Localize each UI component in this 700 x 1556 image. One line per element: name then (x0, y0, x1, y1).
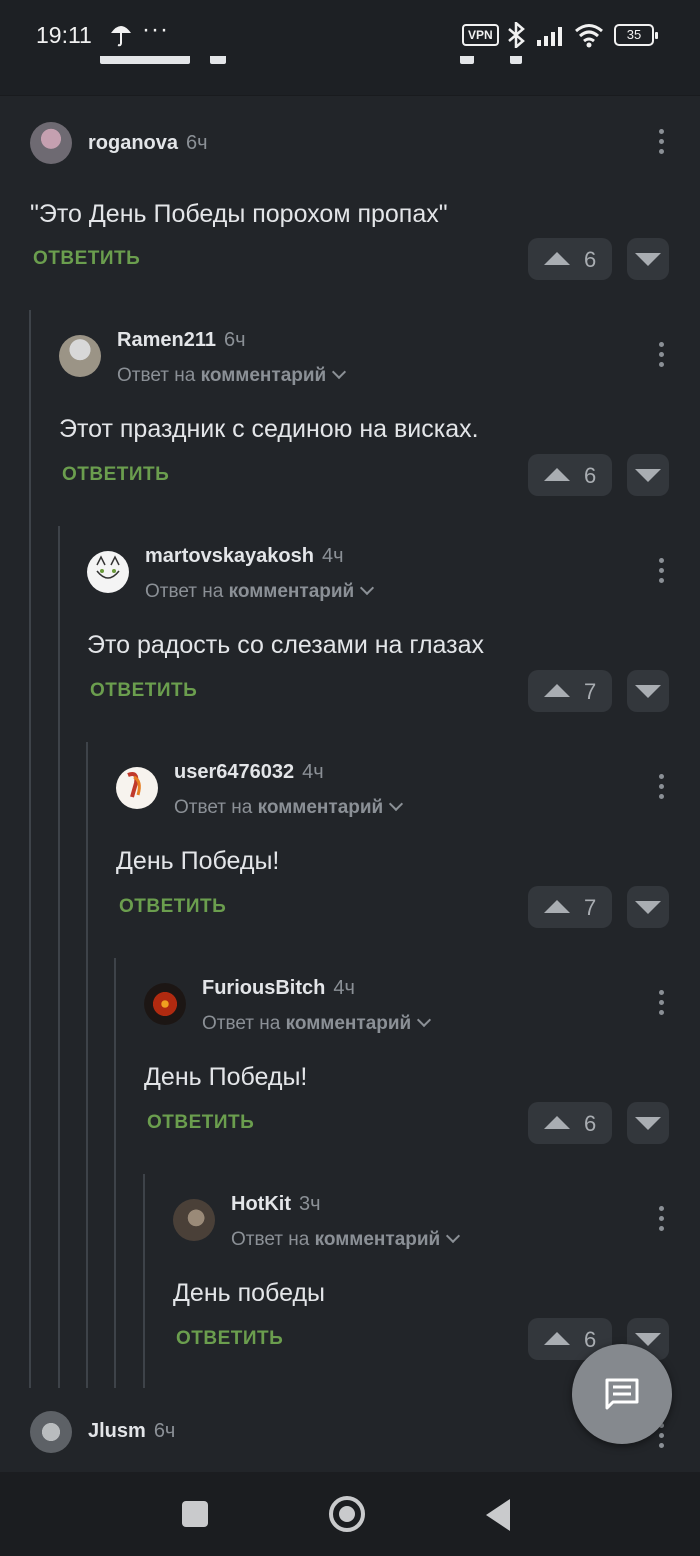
vote-count: 6 (584, 463, 597, 488)
comment-author[interactable]: Ramen211 6ч (117, 329, 246, 352)
arrow-up-icon (544, 684, 570, 697)
comment-icon (605, 1378, 639, 1410)
arrow-down-icon (635, 1333, 661, 1346)
avatar[interactable] (144, 983, 186, 1025)
post-title-fragment (40, 56, 660, 70)
reply-to-link[interactable]: Ответ на комментарий (174, 796, 404, 819)
battery-level: 35 (626, 27, 642, 42)
home-icon[interactable] (329, 1496, 365, 1532)
arrow-up-icon (544, 1116, 570, 1129)
chevron-down-icon (332, 364, 347, 380)
comment-author[interactable]: user6476032 4ч (174, 761, 324, 784)
downvote-button[interactable] (627, 886, 669, 928)
more-options-icon[interactable] (659, 1423, 665, 1451)
thread-line (143, 1174, 145, 1388)
thread-line (29, 310, 31, 1388)
arrow-down-icon (635, 685, 661, 698)
signal-icon (537, 27, 562, 46)
bluetooth-icon (508, 22, 525, 48)
vpn-icon: VPN (462, 24, 499, 46)
upvote-button[interactable]: 6 (528, 238, 612, 280)
comment-text: "Это День Победы порохом пропах" (30, 200, 448, 228)
more-dots-icon: ··· (142, 16, 169, 43)
reply-to-link[interactable]: Ответ на комментарий (117, 364, 347, 387)
downvote-button[interactable] (627, 454, 669, 496)
vote-count: 6 (584, 1111, 597, 1136)
more-options-icon[interactable] (659, 129, 665, 157)
upvote-button[interactable]: 7 (528, 670, 612, 712)
arrow-down-icon (635, 253, 661, 266)
comment-author[interactable]: Jlusm 6ч (88, 1420, 175, 1443)
chevron-down-icon (389, 796, 404, 812)
avatar[interactable] (30, 1411, 72, 1453)
reply-to-link[interactable]: Ответ на комментарий (145, 580, 375, 603)
reply-button[interactable]: ОТВЕТИТЬ (90, 680, 197, 702)
chevron-down-icon (360, 580, 375, 596)
avatar[interactable] (116, 767, 158, 809)
vote-count: 7 (584, 895, 597, 920)
clock: 19:11 (36, 22, 92, 48)
status-bar: 19:11 ··· VPN 35 (0, 0, 700, 96)
avatar[interactable] (87, 551, 129, 593)
comment-author[interactable]: roganova 6ч (88, 132, 208, 155)
avatar[interactable] (173, 1199, 215, 1241)
more-options-icon[interactable] (659, 774, 665, 802)
comment-author[interactable]: HotKit 3ч (231, 1193, 321, 1216)
arrow-down-icon (635, 1117, 661, 1130)
navigation-bar (0, 1472, 700, 1556)
reply-to-link[interactable]: Ответ на комментарий (231, 1228, 461, 1251)
back-icon[interactable] (486, 1499, 510, 1531)
arrow-up-icon (544, 900, 570, 913)
wifi-icon (575, 24, 603, 48)
upvote-button[interactable]: 7 (528, 886, 612, 928)
vote-count: 6 (584, 1327, 597, 1352)
upvote-button[interactable]: 6 (528, 1102, 612, 1144)
avatar[interactable] (59, 335, 101, 377)
more-options-icon[interactable] (659, 990, 665, 1018)
reply-button[interactable]: ОТВЕТИТЬ (33, 248, 140, 270)
downvote-button[interactable] (627, 238, 669, 280)
recent-apps-icon[interactable] (182, 1501, 208, 1527)
arrow-up-icon (544, 468, 570, 481)
vote-count: 7 (584, 679, 597, 704)
vote-count: 6 (584, 247, 597, 272)
comment-text: День Победы! (144, 1063, 308, 1091)
arrow-down-icon (635, 469, 661, 482)
arrow-down-icon (635, 901, 661, 914)
comment-text: Этот праздник с сединою на висках. (59, 415, 479, 443)
comment-text: Это радость со слезами на глазах (87, 631, 485, 659)
comment-author[interactable]: FuriousBitch 4ч (202, 977, 355, 1000)
more-options-icon[interactable] (659, 558, 665, 586)
chevron-down-icon (446, 1228, 461, 1244)
umbrella-icon (111, 26, 131, 47)
thread-line (86, 742, 88, 1388)
comment-text: День победы (173, 1279, 326, 1307)
thread-line (58, 526, 60, 1388)
reply-button[interactable]: ОТВЕТИТЬ (176, 1328, 283, 1350)
battery-icon: 35 (614, 24, 658, 46)
more-options-icon[interactable] (659, 342, 665, 370)
reply-to-link[interactable]: Ответ на комментарий (202, 1012, 432, 1035)
comment-author[interactable]: martovskayakosh 4ч (145, 545, 344, 568)
reply-button[interactable]: ОТВЕТИТЬ (62, 464, 169, 486)
downvote-button[interactable] (627, 670, 669, 712)
reply-button[interactable]: ОТВЕТИТЬ (147, 1112, 254, 1134)
more-options-icon[interactable] (659, 1206, 665, 1234)
arrow-up-icon (544, 1332, 570, 1345)
chevron-down-icon (417, 1012, 432, 1028)
arrow-up-icon (544, 252, 570, 265)
comment-text: День Победы! (116, 847, 280, 875)
comment-fab-button[interactable] (572, 1344, 672, 1444)
thread-line (114, 958, 116, 1388)
upvote-button[interactable]: 6 (528, 454, 612, 496)
downvote-button[interactable] (627, 1102, 669, 1144)
reply-button[interactable]: ОТВЕТИТЬ (119, 896, 226, 918)
avatar[interactable] (30, 122, 72, 164)
